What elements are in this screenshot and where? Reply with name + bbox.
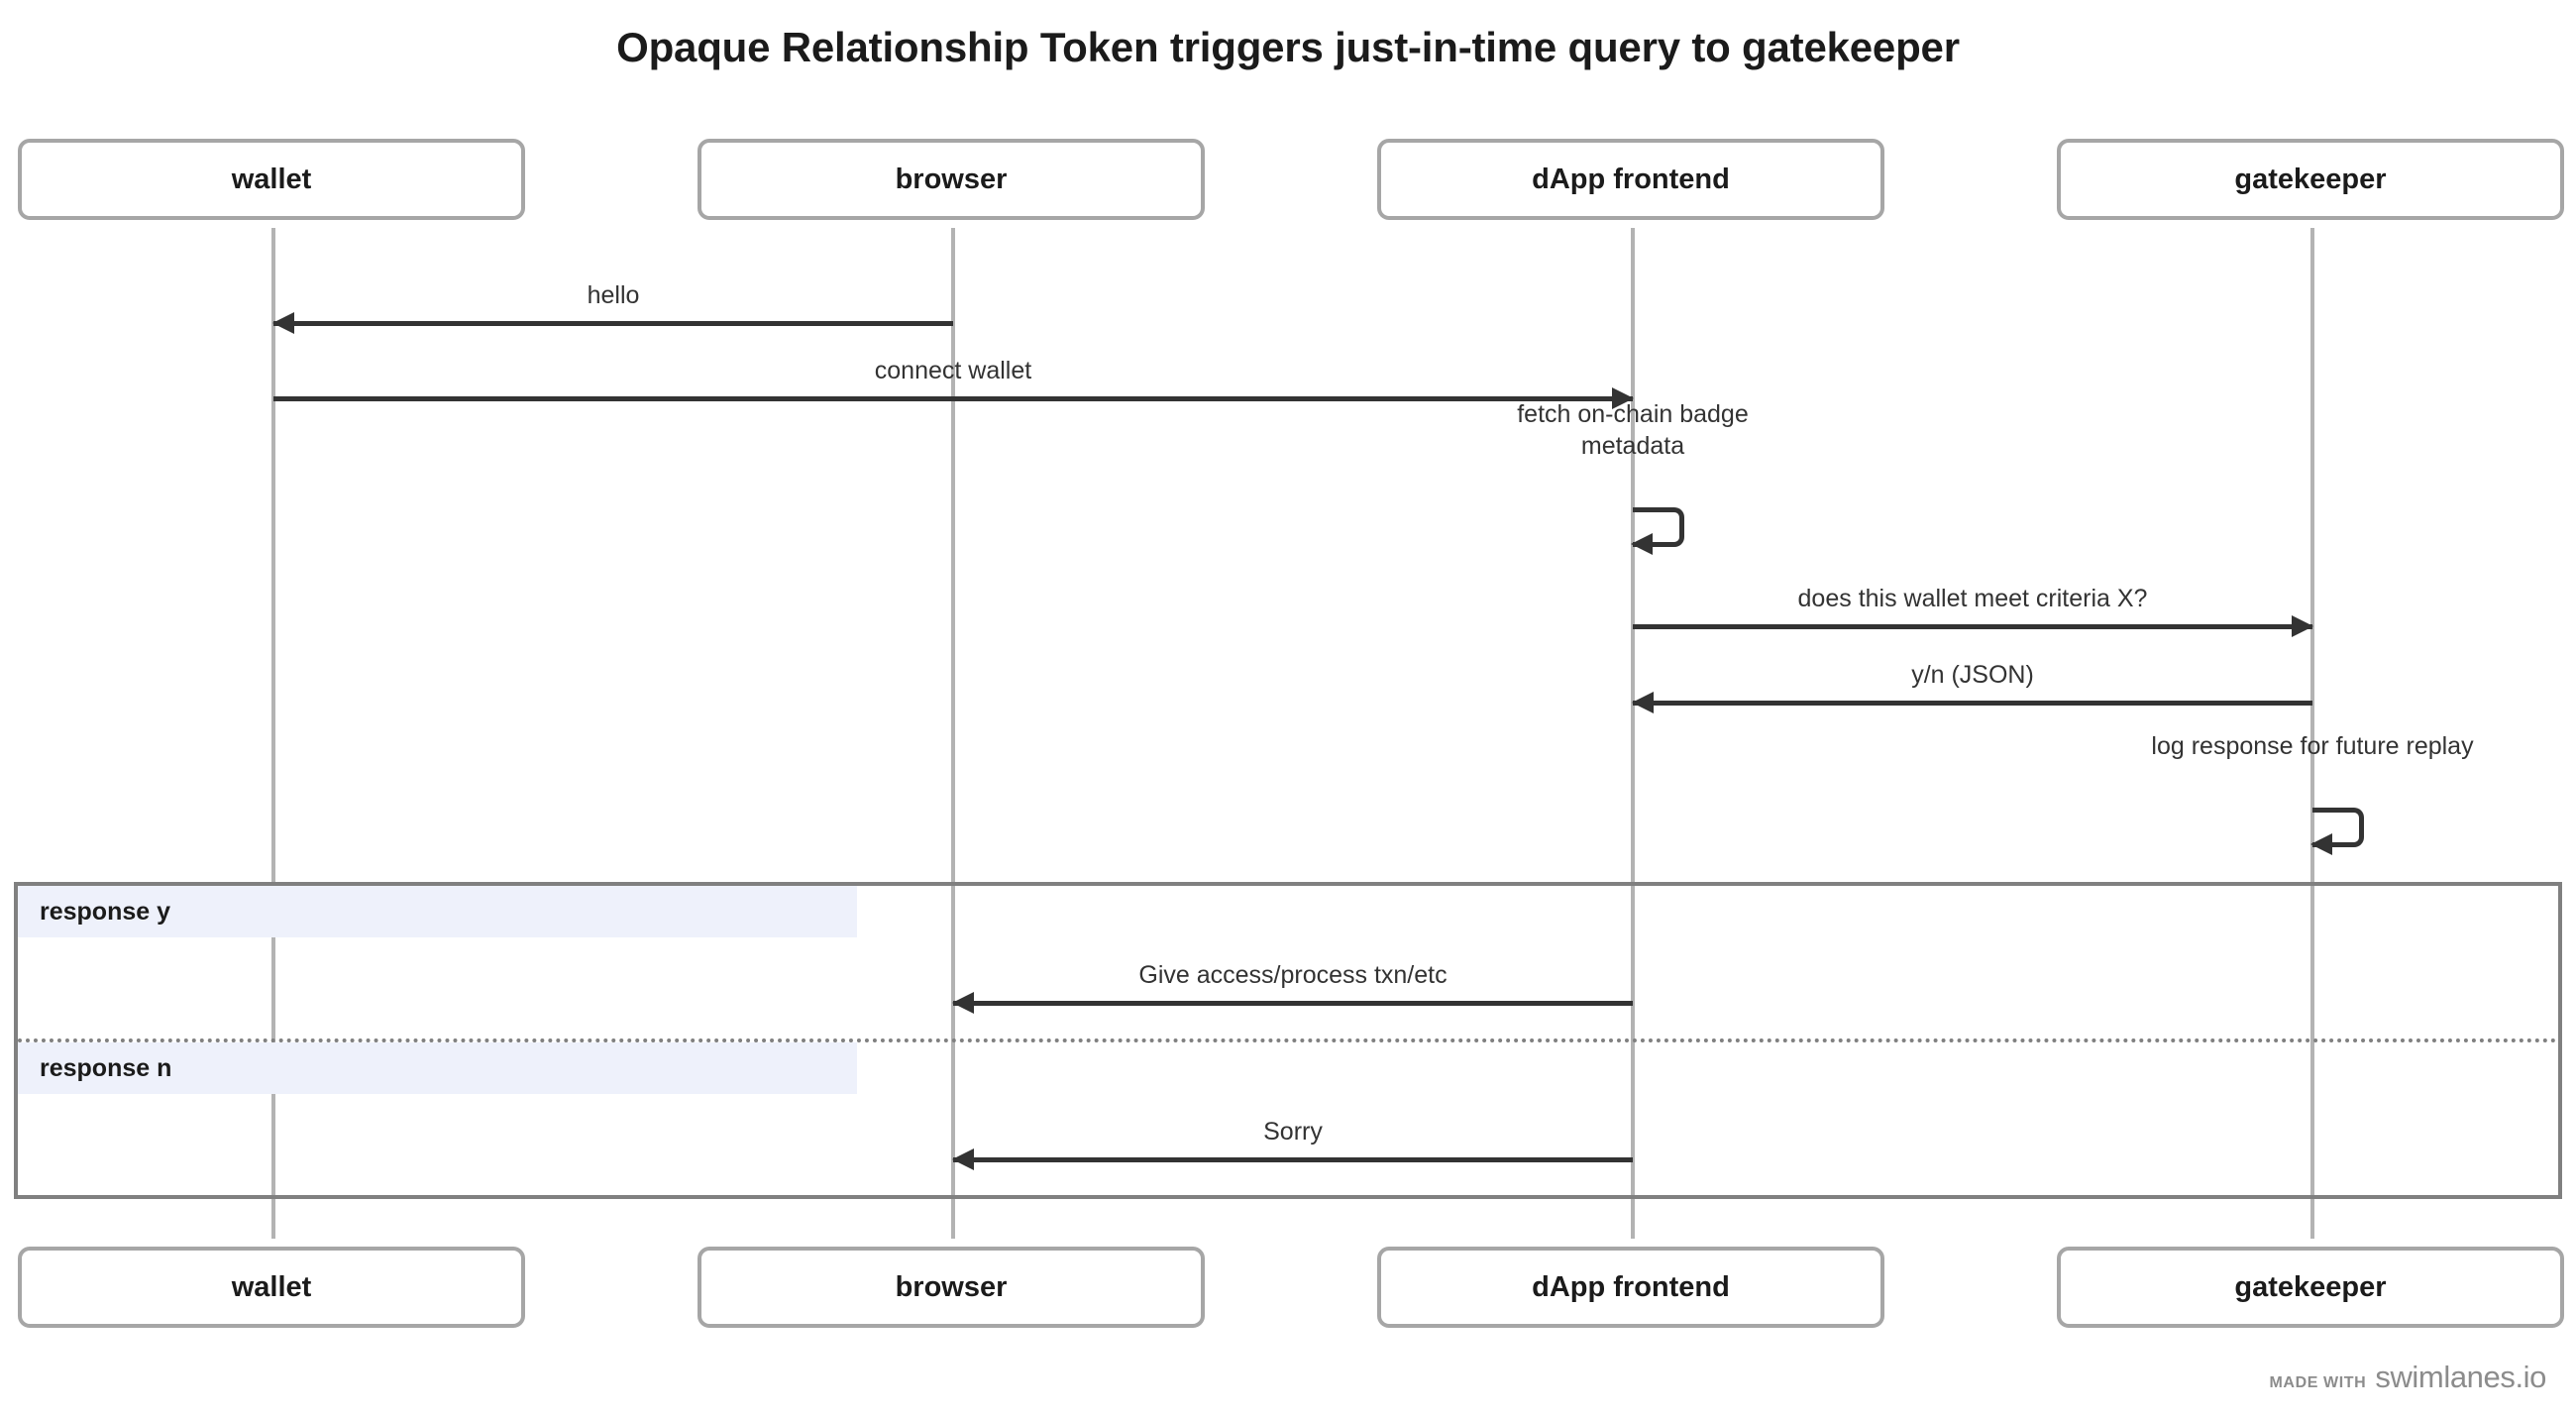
arrowhead-left-icon [1631, 533, 1653, 555]
message-label: log response for future replay [2151, 731, 2474, 760]
watermark-brand: swimlanes.io [2375, 1360, 2546, 1394]
arrowhead-right-icon [2292, 615, 2313, 637]
participant-browser-bottom[interactable]: browser [698, 1247, 1205, 1328]
fragment-section-label-text: response y [40, 897, 171, 926]
participant-label: wallet [231, 1270, 312, 1303]
participant-gatekeeper-bottom[interactable]: gatekeeper [2057, 1247, 2564, 1328]
message-label: fetch on-chain badge metadata [1517, 400, 1749, 460]
message-label: connect wallet [874, 357, 1032, 384]
message-line [273, 396, 1633, 401]
participant-browser-top[interactable]: browser [698, 139, 1205, 220]
arrowhead-left-icon [272, 312, 294, 334]
message-line [273, 321, 953, 326]
message-label: hello [587, 281, 640, 309]
arrowhead-left-icon [1632, 692, 1654, 713]
fragment-section-label-text: response n [40, 1053, 172, 1082]
arrowhead-left-icon [952, 992, 974, 1014]
message-line [953, 1157, 1633, 1162]
participant-label: gatekeeper [2234, 1270, 2387, 1303]
message-label: does this wallet meet criteria X? [1797, 585, 2148, 612]
participant-wallet-top[interactable]: wallet [18, 139, 525, 220]
participant-label: wallet [231, 163, 312, 195]
watermark[interactable]: MADE WITH swimlanes.io [2270, 1360, 2547, 1395]
arrowhead-left-icon [952, 1148, 974, 1170]
participant-label: browser [895, 1270, 1008, 1303]
participant-label: gatekeeper [2234, 163, 2387, 195]
message-label: Sorry [1263, 1118, 1323, 1146]
participant-gatekeeper-top[interactable]: gatekeeper [2057, 139, 2564, 220]
message-line [953, 1001, 1633, 1006]
arrowhead-left-icon [2310, 833, 2332, 855]
page-title: Opaque Relationship Token triggers just-… [616, 24, 1960, 70]
message-label: Give access/process txn/etc [1138, 961, 1448, 989]
participant-label: browser [895, 163, 1008, 195]
participant-dapp-top[interactable]: dApp frontend [1377, 139, 1884, 220]
message-line [1633, 701, 2312, 706]
watermark-prefix: MADE WITH [2269, 1374, 2367, 1391]
participant-label: dApp frontend [1532, 163, 1730, 195]
fragment-section-label-response-y: response y [18, 886, 857, 937]
participant-dapp-bottom[interactable]: dApp frontend [1377, 1247, 1884, 1328]
participant-wallet-bottom[interactable]: wallet [18, 1247, 525, 1328]
message-line [1633, 624, 2312, 629]
fragment-section-label-response-n: response n [18, 1042, 857, 1094]
sequence-diagram-canvas: Opaque Relationship Token triggers just-… [0, 0, 2576, 1419]
participant-label: dApp frontend [1532, 1270, 1730, 1303]
message-label: y/n (JSON) [1911, 661, 2034, 689]
